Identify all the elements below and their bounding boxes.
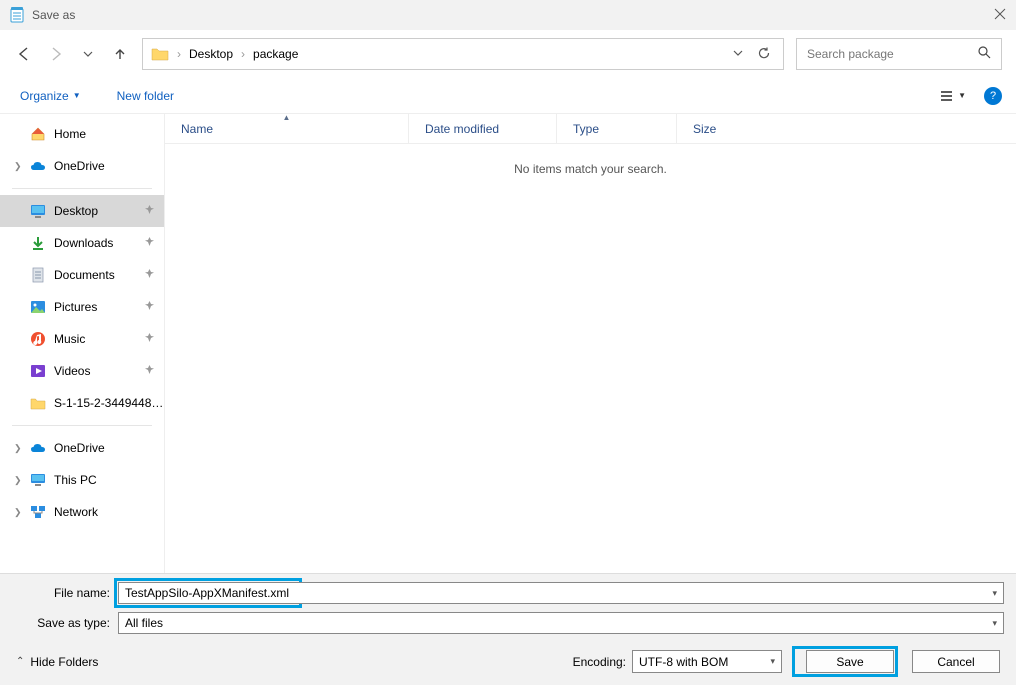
chevron-right-icon[interactable]: › (239, 47, 247, 61)
titlebar: Save as (0, 0, 1016, 30)
filename-label: File name: (12, 586, 118, 600)
main-area: Home ❯ OneDrive Desktop Downloads Docume… (0, 114, 1016, 573)
sidebar-item-pictures[interactable]: Pictures (0, 291, 164, 323)
download-icon (30, 235, 46, 251)
pin-icon (145, 269, 154, 281)
content-pane: Name ▲ Date modified Type Size No items … (165, 114, 1016, 573)
sidebar-item-sid[interactable]: S-1-15-2-344944837 (0, 387, 164, 419)
encoding-select[interactable]: UTF-8 with BOM ▾ (632, 650, 782, 673)
pin-icon (145, 205, 154, 217)
caret-down-icon: ▼ (73, 91, 81, 100)
network-icon (30, 504, 46, 520)
chevron-up-icon[interactable]: ⌃ (16, 656, 30, 667)
filetype-select[interactable]: All files ▾ (118, 612, 1004, 634)
column-date[interactable]: Date modified (409, 114, 557, 143)
organize-button[interactable]: Organize ▼ (14, 85, 87, 107)
sidebar-item-downloads[interactable]: Downloads (0, 227, 164, 259)
search-icon (978, 46, 991, 62)
encoding-label: Encoding: (573, 655, 632, 669)
sidebar-item-thispc[interactable]: ❯ This PC (0, 464, 164, 496)
new-folder-button[interactable]: New folder (111, 85, 180, 107)
divider (12, 425, 152, 426)
column-name[interactable]: Name ▲ (165, 114, 409, 143)
filetype-label: Save as type: (12, 616, 118, 630)
cloud-icon (30, 440, 46, 456)
videos-icon (30, 363, 46, 379)
sidebar-item-onedrive[interactable]: ❯ OneDrive (0, 150, 164, 182)
address-bar[interactable]: › Desktop › package (142, 38, 784, 70)
chevron-down-icon[interactable]: ▾ (992, 588, 997, 599)
pin-icon (145, 333, 154, 345)
refresh-icon[interactable] (753, 46, 775, 63)
sidebar-item-desktop[interactable]: Desktop (0, 195, 164, 227)
bottom-row: ⌃ Hide Folders Encoding: UTF-8 with BOM … (12, 642, 1004, 685)
folder-icon (30, 395, 46, 411)
music-icon (30, 331, 46, 347)
chevron-right-icon[interactable]: ❯ (14, 507, 22, 518)
column-type[interactable]: Type (557, 114, 677, 143)
bottom-panel: File name: TestAppSilo-AppXManifest.xml … (0, 573, 1016, 685)
help-icon[interactable]: ? (984, 87, 1002, 105)
sidebar-item-documents[interactable]: Documents (0, 259, 164, 291)
sidebar-item-music[interactable]: Music (0, 323, 164, 355)
window-title: Save as (32, 8, 75, 22)
pin-icon (145, 365, 154, 377)
chevron-right-icon[interactable]: ❯ (14, 443, 22, 454)
breadcrumb-desktop[interactable]: Desktop (189, 47, 233, 61)
cancel-button[interactable]: Cancel (912, 650, 1000, 673)
up-button[interactable] (110, 44, 130, 64)
search-input[interactable]: Search package (796, 38, 1002, 70)
sidebar: Home ❯ OneDrive Desktop Downloads Docume… (0, 114, 165, 573)
view-options-button[interactable]: ▼ (936, 90, 970, 102)
address-dropdown-icon[interactable] (729, 47, 747, 61)
sort-asc-icon: ▲ (283, 114, 291, 122)
save-button[interactable]: Save (806, 650, 894, 673)
chevron-down-icon[interactable]: ▾ (770, 656, 775, 667)
column-size[interactable]: Size (677, 114, 761, 143)
pictures-icon (30, 299, 46, 315)
pin-icon (145, 237, 154, 249)
sidebar-item-home[interactable]: Home (0, 118, 164, 150)
monitor-icon (30, 472, 46, 488)
filetype-row: Save as type: All files ▾ (12, 612, 1004, 634)
pin-icon (145, 301, 154, 313)
column-headers: Name ▲ Date modified Type Size (165, 114, 1016, 144)
document-icon (30, 267, 46, 283)
empty-message: No items match your search. (165, 144, 1016, 194)
sidebar-item-videos[interactable]: Videos (0, 355, 164, 387)
chevron-right-icon[interactable]: ❯ (14, 161, 22, 172)
chevron-right-icon[interactable]: › (175, 47, 183, 61)
sidebar-item-onedrive2[interactable]: ❯ OneDrive (0, 432, 164, 464)
home-icon (30, 126, 46, 142)
filename-input-ext[interactable]: ▾ (298, 582, 1004, 604)
filename-input[interactable]: TestAppSilo-AppXManifest.xml (118, 582, 298, 604)
chevron-right-icon[interactable]: ❯ (14, 475, 22, 486)
nav-row: › Desktop › package Search package (0, 30, 1016, 78)
cloud-icon (30, 158, 46, 174)
forward-button[interactable] (46, 44, 66, 64)
search-placeholder: Search package (807, 47, 978, 61)
breadcrumb-package[interactable]: package (253, 47, 298, 61)
sidebar-item-network[interactable]: ❯ Network (0, 496, 164, 528)
desktop-icon (30, 203, 46, 219)
filename-row: File name: TestAppSilo-AppXManifest.xml … (12, 582, 1004, 604)
chevron-down-icon[interactable]: ▾ (992, 618, 997, 629)
back-button[interactable] (14, 44, 34, 64)
app-icon (10, 7, 24, 23)
recent-dropdown[interactable] (78, 44, 98, 64)
divider (12, 188, 152, 189)
toolbar: Organize ▼ New folder ▼ ? (0, 78, 1016, 114)
hide-folders-button[interactable]: Hide Folders (30, 655, 98, 669)
folder-icon (151, 47, 169, 61)
close-icon[interactable] (994, 7, 1006, 23)
